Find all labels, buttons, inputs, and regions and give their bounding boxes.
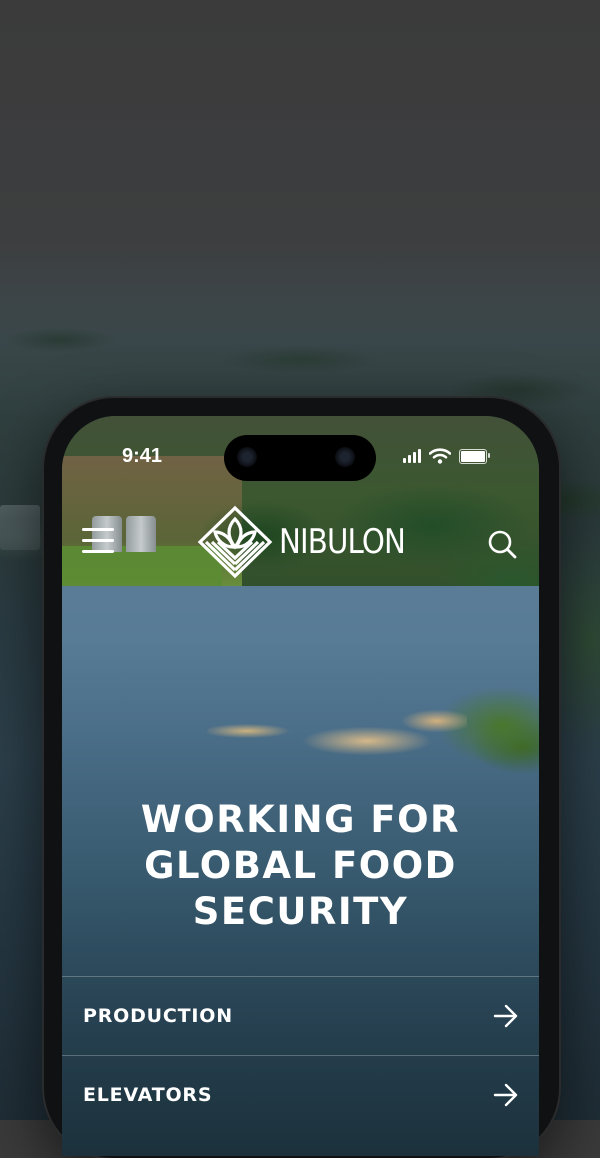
- arrow-right-icon: [493, 1004, 518, 1028]
- nav-item-label: PRODUCTION: [83, 1005, 233, 1027]
- arrow-right-icon: [493, 1083, 518, 1107]
- battery-icon: [459, 448, 490, 464]
- section-nav-list: PRODUCTION ELEVATORS: [62, 976, 539, 1134]
- hero-line: WORKING FOR: [140, 798, 461, 841]
- nibulon-logo-mark: [197, 505, 273, 579]
- camera-icon: [237, 447, 257, 467]
- dynamic-island: [224, 435, 376, 481]
- logo-text: NIBULON: [279, 522, 406, 562]
- nibulon-logo[interactable]: NIBULON: [197, 505, 426, 579]
- wifi-icon: [429, 448, 451, 464]
- status-icons: [403, 446, 490, 466]
- status-time: 9:41: [122, 445, 163, 467]
- nav-item-label: ELEVATORS: [83, 1084, 213, 1106]
- hero-line: SECURITY: [192, 890, 409, 933]
- hero-heading: WORKING FOR GLOBAL FOOD SECURITY: [62, 797, 539, 935]
- hamburger-menu-icon[interactable]: [82, 526, 116, 558]
- camera-icon: [335, 447, 355, 467]
- hero-line: GLOBAL FOOD: [144, 844, 457, 887]
- nav-item-elevators[interactable]: ELEVATORS: [62, 1055, 539, 1134]
- cellular-signal-icon: [403, 449, 421, 463]
- nav-item-production[interactable]: PRODUCTION: [62, 976, 539, 1055]
- background-silo: [0, 505, 40, 550]
- search-icon[interactable]: [486, 528, 518, 560]
